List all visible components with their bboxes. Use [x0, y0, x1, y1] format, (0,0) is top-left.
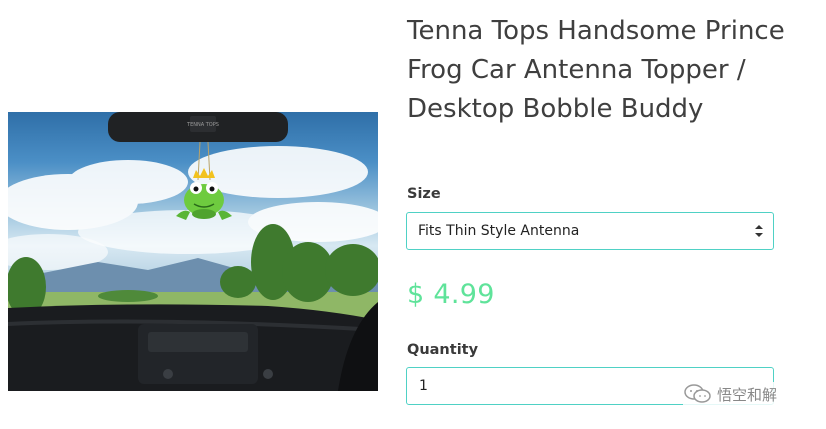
size-select[interactable]: Fits Thin Style Antenna	[406, 212, 774, 250]
quantity-label: Quantity	[407, 342, 479, 358]
product-title: Tenna Tops Handsome Prince Frog Car Ante…	[407, 16, 785, 124]
chevron-up-down-icon	[755, 225, 763, 237]
size-label: Size	[407, 186, 441, 202]
mirror-brand-text: TENNA TOPS	[186, 122, 219, 128]
quantity-value: 1	[419, 378, 428, 394]
watermark: 悟空和解	[683, 382, 778, 406]
wechat-icon	[684, 384, 711, 403]
watermark-text: 悟空和解	[717, 385, 778, 404]
size-select-value: Fits Thin Style Antenna	[418, 223, 580, 239]
product-image: TENNA TOPS	[8, 112, 378, 391]
product-price: $ 4.99	[407, 279, 495, 310]
